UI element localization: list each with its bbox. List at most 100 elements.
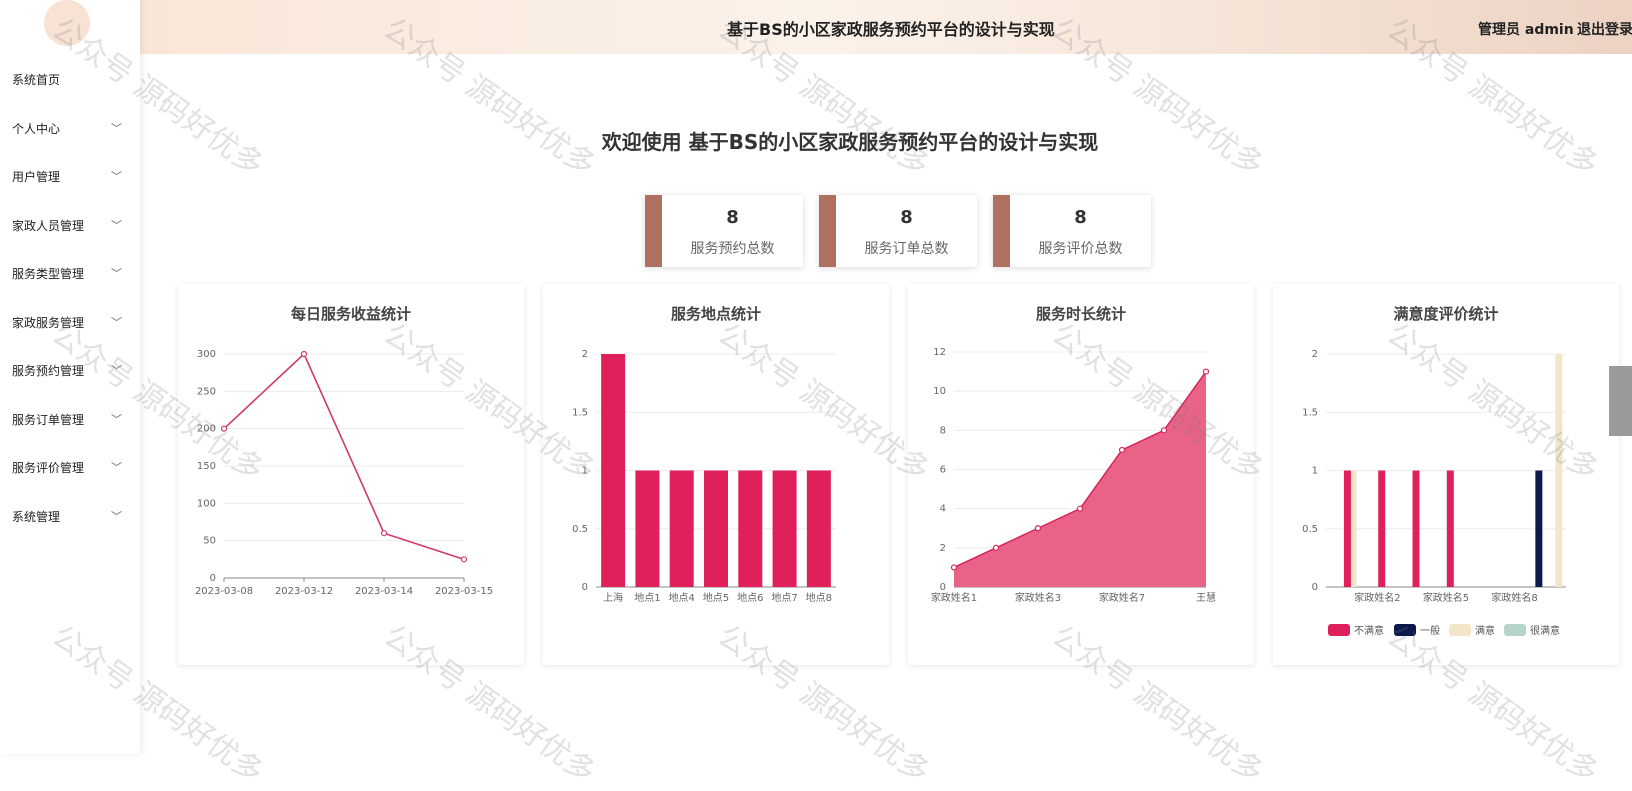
sidebar-item-label: 家政服务管理 — [12, 315, 85, 330]
sidebar-item-personal-center[interactable]: 个人中心 ﹀ — [0, 105, 140, 154]
chart-service-duration: 0 2 4 6 8 10 12 家政姓名1 家政姓名3 家政姓名7 王慧 — [931, 347, 1216, 604]
y-tick-label: 12 — [933, 347, 946, 358]
chevron-down-icon: ﹀ — [111, 461, 122, 474]
data-point — [460, 556, 468, 563]
y-tick-label: 1.5 — [1302, 407, 1318, 418]
stat-label: 服务预约总数 — [690, 241, 775, 257]
chevron-down-icon: ﹀ — [111, 364, 122, 377]
current-user: 管理员 admin — [1478, 22, 1574, 38]
sidebar: 系统首页 个人中心 ﹀ 用户管理 ﹀ 家政人员管理 ﹀ 服务类型管理 ﹀ 家政服务管理 ﹀… — [0, 0, 140, 754]
sidebar-item-order-management[interactable]: 服务订单管理 ﹀ — [0, 396, 140, 445]
data-point — [950, 564, 958, 571]
bar — [1555, 354, 1563, 587]
scrollbar-thumb[interactable] — [1609, 366, 1632, 436]
sidebar-item-service-type-management[interactable]: 服务类型管理 ﹀ — [0, 250, 140, 299]
chevron-down-icon: ﹀ — [111, 315, 122, 329]
chevron-down-icon: ﹀ — [111, 218, 122, 232]
bar — [806, 470, 831, 587]
bar — [1412, 470, 1420, 587]
y-tick-label: 10 — [933, 386, 946, 397]
top-header: 基于BS的小区家政服务预约平台的设计与实现 管理员 admin 退出登录 — [140, 0, 1632, 54]
bar — [1446, 470, 1454, 587]
legend-label: 满意 — [1475, 624, 1495, 637]
data-point — [1034, 525, 1042, 532]
x-tick-label: 2023-03-14 — [355, 586, 413, 597]
sidebar-item-booking-management[interactable]: 服务预约管理 ﹀ — [0, 347, 140, 396]
legend-label: 很满意 — [1530, 624, 1560, 637]
chevron-down-icon: ﹀ — [111, 170, 122, 183]
y-tick-label: 50 — [203, 536, 216, 547]
stat-card-accent — [993, 195, 1010, 267]
y-tick-label: 0.5 — [572, 524, 588, 535]
chevron-down-icon: ﹀ — [111, 412, 122, 426]
bar — [669, 470, 694, 587]
bar — [635, 470, 660, 587]
stat-card-accent — [819, 195, 836, 267]
y-tick-label: 1 — [1312, 466, 1318, 477]
data-point — [992, 544, 1000, 551]
sidebar-item-staff-management[interactable]: 家政人员管理 ﹀ — [0, 202, 140, 251]
sidebar-item-service-management[interactable]: 家政服务管理 ﹀ — [0, 299, 140, 348]
y-tick-label: 0 — [210, 573, 216, 584]
stat-card-accent — [645, 195, 662, 267]
y-tick-label: 2 — [582, 349, 588, 360]
chart-card-satisfaction: 满意度评价统计 0 0.5 1 1.5 2 家政姓名2 家政姓名5 家政姓名8 不满意 一般 满意很… — [1273, 284, 1619, 665]
series-line — [223, 352, 465, 561]
y-tick-label: 100 — [197, 498, 216, 509]
y-tick-label: 300 — [197, 349, 216, 360]
chart-daily-revenue: 0 50 100 150 200 250 300 2023-03-08 2023-03-12 20… — [195, 349, 493, 597]
stat-label: 服务订单总数 — [864, 241, 949, 257]
chevron-down-icon: ﹀ — [111, 121, 122, 135]
welcome-heading: 欢迎使用 基于BS的小区家政服务预约平台的设计与实现 — [601, 130, 1099, 154]
sidebar-item-label: 服务类型管理 — [12, 267, 85, 281]
stat-value: 8 — [726, 207, 739, 228]
x-tick-label: 家政姓名5 — [1423, 591, 1469, 604]
y-tick-label: 6 — [940, 465, 946, 476]
x-tick-label: 2023-03-12 — [275, 586, 333, 597]
chart-card-daily-revenue: 每日服务收益统计 0 50 100 150 200 250 300 2023-03-08 202… — [178, 284, 524, 665]
x-tick-label: 地点5 — [703, 591, 729, 604]
stat-label: 服务评价总数 — [1038, 241, 1123, 257]
chart-satisfaction: 0 0.5 1 1.5 2 家政姓名2 家政姓名5 家政姓名8 不满意 一般 满意 很满意 — [1302, 349, 1566, 637]
chart-card-service-location: 服务地点统计 0 0.5 1 1.5 2 上海 地点1 地点4 地点5 地点6 地点7 地点8 — [543, 284, 889, 665]
x-tick-label: 家政姓名2 — [1354, 591, 1400, 604]
logo — [44, 0, 90, 46]
bar — [704, 470, 728, 587]
bar — [772, 470, 797, 587]
legend-label: 不满意 — [1354, 624, 1384, 637]
x-tick-label: 地点6 — [737, 591, 763, 604]
sidebar-item-label: 系统管理 — [12, 509, 61, 524]
sidebar-item-label: 用户管理 — [12, 170, 61, 184]
bar — [1343, 470, 1351, 587]
sidebar-item-home[interactable]: 系统首页 — [0, 56, 140, 105]
x-tick-label: 家政姓名1 — [931, 591, 977, 604]
sidebar-item-label: 个人中心 — [12, 121, 61, 136]
sidebar-item-review-management[interactable]: 服务评价管理 ﹀ — [0, 444, 140, 493]
y-tick-label: 200 — [197, 424, 216, 435]
sidebar-item-user-management[interactable]: 用户管理 ﹀ — [0, 153, 140, 202]
y-tick-label: 4 — [940, 504, 946, 515]
legend-swatch — [1504, 624, 1526, 636]
x-tick-label: 家政姓名8 — [1491, 591, 1537, 604]
bar — [601, 354, 626, 587]
x-tick-label: 家政姓名3 — [1015, 591, 1061, 604]
legend-swatch — [1394, 624, 1416, 636]
app-title: 基于BS的小区家政服务预约平台的设计与实现 — [727, 20, 1055, 39]
x-tick-label: 地点4 — [669, 591, 695, 604]
y-tick-label: 2 — [940, 543, 946, 554]
x-tick-label: 家政姓名7 — [1099, 591, 1145, 604]
y-tick-label: 150 — [197, 461, 216, 472]
x-tick-label: 地点7 — [771, 591, 797, 604]
legend-swatch — [1328, 624, 1350, 636]
y-tick-label: 0.5 — [1302, 524, 1318, 535]
logout-link[interactable]: 退出登录 — [1577, 19, 1632, 39]
sidebar-item-label: 服务评价管理 — [12, 461, 85, 475]
sidebar-item-label: 家政人员管理 — [12, 218, 85, 233]
y-tick-label: 8 — [940, 425, 946, 436]
data-point — [1076, 505, 1084, 512]
y-tick-label: 250 — [197, 386, 216, 397]
y-tick-label: 0 — [940, 582, 946, 593]
sidebar-item-system-management[interactable]: 系统管理 ﹀ — [0, 493, 140, 542]
data-point — [300, 350, 308, 358]
sidebar-item-label: 服务预约管理 — [12, 364, 85, 378]
